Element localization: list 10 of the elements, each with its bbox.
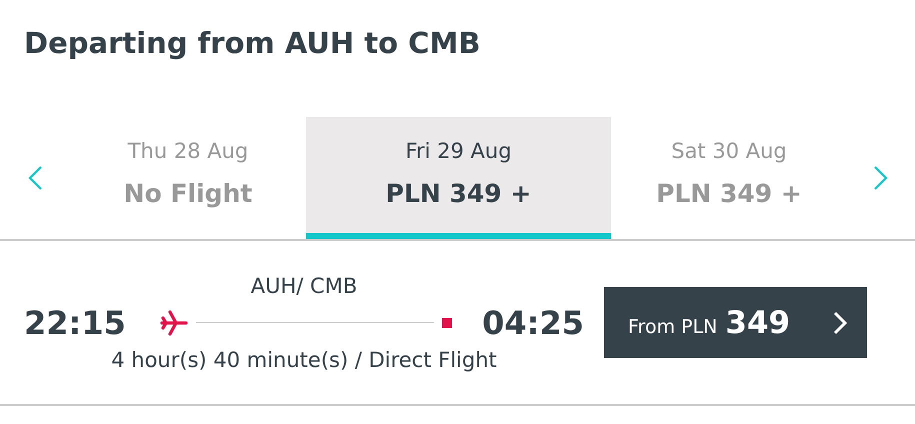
plane-icon <box>160 310 188 336</box>
departure-time: 22:15 <box>24 304 126 342</box>
date-tab[interactable]: Fri 29 Aug PLN 349 + <box>306 117 611 239</box>
arrival-time: 04:25 <box>482 304 584 342</box>
flight-duration: 4 hour(s) 40 minute(s) / Direct Flight <box>111 348 497 372</box>
page-title: Departing from AUH to CMB <box>23 25 482 62</box>
select-fare-button[interactable]: From PLN 349 <box>604 287 867 358</box>
route-label: AUH/ CMB <box>250 274 358 298</box>
arrival-marker-icon <box>442 318 452 328</box>
chevron-right-icon <box>833 310 847 334</box>
